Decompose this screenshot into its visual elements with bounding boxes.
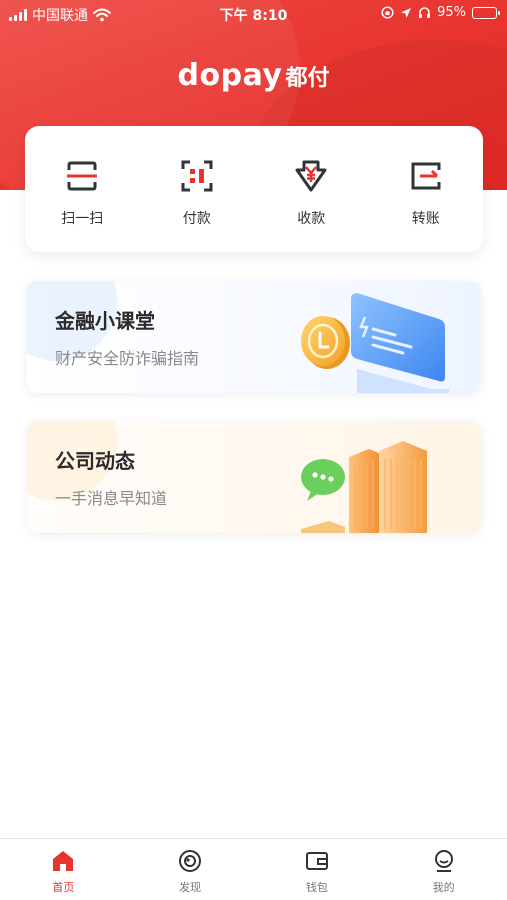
finance-class-card[interactable]: 金融小课堂 财产安全防诈骗指南 (27, 281, 481, 393)
receive-button[interactable]: 收款 (261, 158, 361, 228)
tab-profile[interactable]: 我的 (381, 839, 507, 900)
transfer-icon (411, 162, 441, 190)
profile-icon (434, 850, 453, 872)
coin-monitor-illustration (301, 293, 449, 393)
card-title: 金融小课堂 (55, 309, 155, 333)
home-icon (53, 851, 74, 871)
tab-discover[interactable]: 发现 (127, 839, 253, 900)
battery-percent: 95% (437, 5, 466, 20)
wallet-icon (305, 852, 328, 870)
app-logo: dopay 都付 (0, 58, 507, 93)
tab-home[interactable]: 首页 (0, 839, 126, 900)
pay-code-icon (181, 160, 213, 192)
company-news-card[interactable]: 公司动态 一手消息早知道 (27, 421, 481, 533)
receive-yuan-icon (295, 160, 327, 192)
logo-chinese: 都付 (285, 66, 330, 91)
card-title: 公司动态 (55, 449, 135, 473)
card-subtitle: 财产安全防诈骗指南 (55, 349, 200, 368)
scan-icon (67, 161, 98, 191)
location-arrow-icon (401, 7, 412, 18)
bottom-tab-bar: 首页 发现 钱包 我的 (0, 838, 507, 900)
pay-button[interactable]: 付款 (147, 158, 247, 228)
status-bar: 中国联通 下午 8:10 95% (0, 0, 507, 28)
discover-icon (179, 850, 202, 872)
orientation-lock-icon (381, 6, 394, 19)
tab-wallet[interactable]: 钱包 (254, 839, 380, 900)
app-screen: 中国联通 下午 8:10 95% dopay 都付 扫一扫 付款 收款 转账 金… (0, 0, 507, 900)
transfer-button[interactable]: 转账 (376, 158, 476, 228)
quick-actions-card: 扫一扫 付款 收款 转账 (25, 126, 483, 252)
battery-icon (472, 6, 500, 19)
headphones-icon (419, 7, 431, 18)
buildings-chat-illustration (301, 441, 427, 533)
logo-wordmark: dopay (177, 58, 283, 93)
scan-button[interactable]: 扫一扫 (32, 158, 132, 228)
card-subtitle: 一手消息早知道 (55, 489, 168, 508)
